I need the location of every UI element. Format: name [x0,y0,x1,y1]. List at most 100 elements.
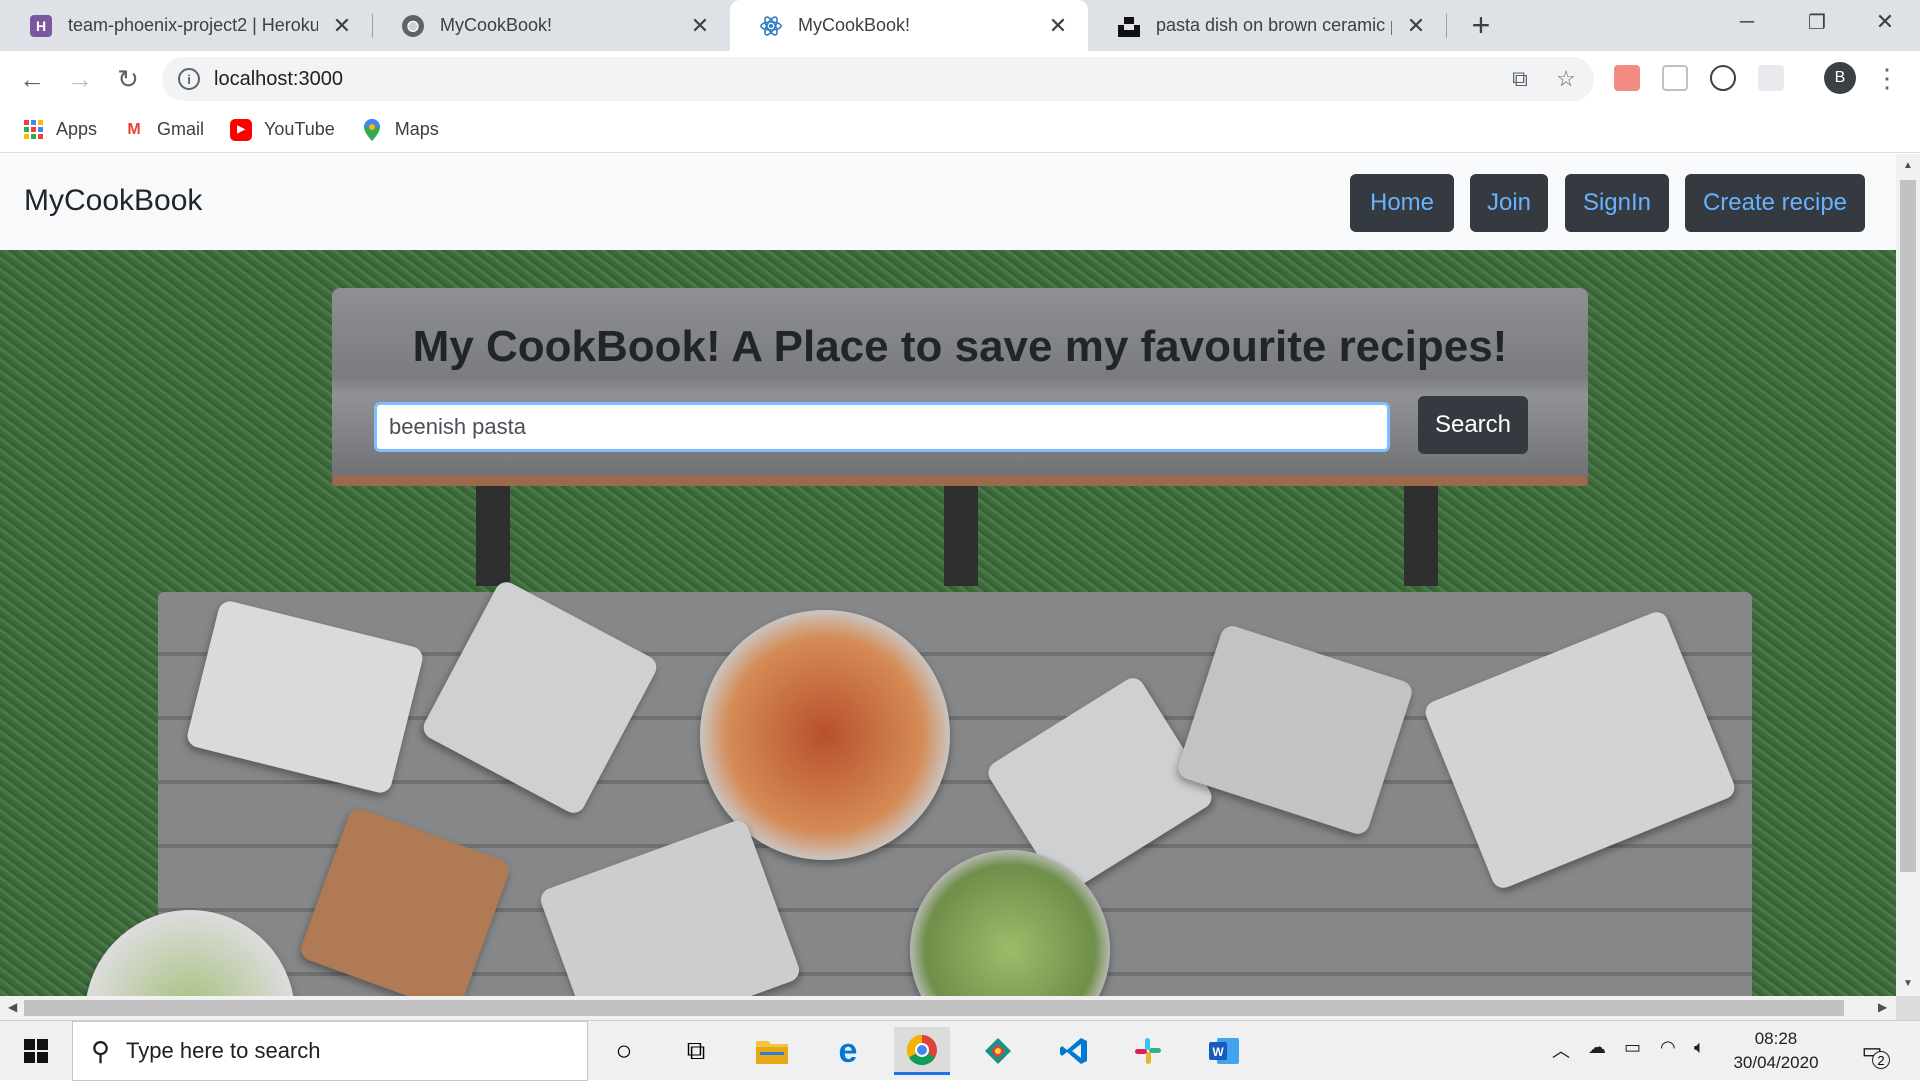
notification-count: 2 [1872,1051,1890,1069]
bench-leg [944,486,978,586]
vscode-icon[interactable] [1046,1027,1102,1075]
gmail-icon: M [127,120,141,138]
chrome-icon[interactable] [894,1027,950,1075]
bookmark-youtube[interactable]: ▶ YouTube [230,118,335,141]
onedrive-error-icon[interactable]: ☁ [1588,1037,1606,1058]
hero-section: My CookBook! A Place to save my favourit… [0,250,1896,996]
start-button[interactable] [0,1021,72,1081]
nav-create-recipe-button[interactable]: Create recipe [1685,174,1865,232]
close-tab-icon[interactable]: ✕ [1404,13,1428,38]
nav-signin-button[interactable]: SignIn [1565,174,1669,232]
nav-join-button[interactable]: Join [1470,174,1548,232]
tab-unsplash[interactable]: pasta dish on brown ceramic plat ✕ [1088,0,1446,51]
menu-kebab-icon[interactable]: ⋮ [1870,60,1904,96]
scroll-down-icon[interactable]: ▼ [1902,978,1914,989]
tab-heroku[interactable]: H team-phoenix-project2 | Heroku ✕ [0,0,372,51]
svg-text:W: W [1212,1045,1224,1059]
scrollbar-corner [1896,996,1920,1020]
tab-mycookbook-active[interactable]: MyCookBook! ✕ [730,0,1088,51]
react-icon [760,15,782,37]
bench-leg [476,486,510,586]
taskbar-search-box[interactable]: ⚲ Type here to search [72,1021,588,1081]
horizontal-scroll-thumb[interactable] [24,1000,1844,1016]
system-clock[interactable]: 08:28 30/04/2020 [1730,1027,1822,1075]
bookmark-apps[interactable]: Apps [22,119,97,141]
info-icon[interactable]: i [178,68,200,90]
bookmark-label: Apps [56,119,98,139]
scroll-left-icon[interactable]: ◀ [8,1000,17,1014]
tab-title: team-phoenix-project2 | Heroku [68,15,318,35]
close-tab-icon[interactable]: ✕ [1046,13,1070,38]
reload-icon[interactable]: ↻ [110,61,146,97]
bench-edge [332,476,1588,486]
bookmark-label: Maps [394,119,439,139]
site-navbar: MyCookBook Home Join SignIn Create recip… [0,154,1896,250]
recipe-search-input[interactable] [374,402,1390,452]
bookmark-gmail[interactable]: M Gmail [123,119,204,141]
restore-icon[interactable]: ❐ [1786,0,1848,44]
bookmark-label: YouTube [264,119,335,139]
tab-title: MyCookBook! [798,15,911,35]
git-kraken-icon[interactable] [970,1027,1026,1075]
bench-leg [1404,486,1438,586]
address-bar[interactable]: i localhost:3000 [162,57,1594,101]
battery-icon[interactable]: ▭ [1624,1037,1641,1058]
unsplash-icon [1118,15,1140,37]
vertical-scrollbar[interactable]: ▲ ▼ [1896,154,1920,996]
extension-icon[interactable] [1662,65,1688,91]
bookmark-label: Gmail [157,119,205,139]
youtube-icon: ▶ [230,118,253,141]
hero-title: My CookBook! A Place to save my favourit… [412,322,1508,371]
show-hidden-icons-icon[interactable]: ︿ [1552,1037,1570,1063]
profile-avatar[interactable]: B [1824,62,1856,94]
forward-icon[interactable]: → [62,61,98,97]
clock-time: 08:28 [1754,1029,1798,1048]
url-text: localhost:3000 [214,67,343,90]
extension-icon[interactable] [1614,65,1640,91]
close-tab-icon[interactable]: ✕ [330,13,354,38]
cortana-icon[interactable]: ○ [596,1027,652,1075]
page-viewport: MyCookBook Home Join SignIn Create recip… [0,154,1896,996]
close-window-icon[interactable]: ✕ [1854,0,1916,44]
horizontal-scrollbar[interactable]: ◀ ▶ [0,996,1896,1020]
clock-date: 30/04/2020 [1733,1053,1819,1072]
extension-icon[interactable] [1710,65,1736,91]
task-view-icon[interactable]: ⧉ [668,1027,724,1075]
edge-icon[interactable]: e [820,1027,876,1075]
minimize-icon[interactable]: ─ [1716,0,1778,44]
close-tab-icon[interactable]: ✕ [688,13,712,38]
apps-grid-icon [22,119,44,141]
bookmark-star-icon[interactable]: ☆ [1548,61,1584,97]
windows-logo-icon [24,1039,48,1063]
extension-icon[interactable] [1758,65,1784,91]
slack-icon[interactable] [1120,1027,1176,1075]
bookmark-maps[interactable]: Maps [361,118,439,141]
maps-pin-icon [361,118,383,141]
scroll-right-icon[interactable]: ▶ [1878,1000,1887,1014]
bookmarks-bar: Apps M Gmail ▶ YouTube Maps [0,107,1920,153]
site-brand[interactable]: MyCookBook [24,184,202,218]
action-center-icon[interactable]: ▭ 2 [1852,1031,1892,1071]
file-explorer-icon[interactable] [744,1027,800,1075]
bench-top [332,288,1588,483]
vertical-scroll-thumb[interactable] [1900,180,1916,872]
tab-mycookbook-1[interactable]: ◍ MyCookBook! ✕ [372,0,730,51]
new-tab-button[interactable]: + [1464,7,1498,43]
windows-taskbar: ⚲ Type here to search ○ ⧉ e W ︿ ☁ ▭ ◠ 🔈︎… [0,1020,1920,1081]
back-icon[interactable]: ← [14,61,50,97]
open-in-new-icon[interactable]: ⧉ [1502,61,1538,97]
word-icon[interactable]: W [1196,1027,1252,1075]
globe-icon: ◍ [402,14,424,37]
search-button[interactable]: Search [1418,396,1528,454]
nav-home-button[interactable]: Home [1350,174,1454,232]
scroll-up-icon[interactable]: ▲ [1902,160,1914,171]
tab-separator [1446,14,1447,38]
browser-toolbar: ← → ↻ i localhost:3000 ⧉ ☆ [0,51,1920,107]
tab-title: pasta dish on brown ceramic plat [1156,15,1392,35]
heroku-icon: H [30,14,52,37]
search-icon: ⚲ [91,1035,111,1066]
wifi-icon[interactable]: ◠ [1660,1037,1676,1058]
tab-title: MyCookBook! [440,15,553,35]
taskbar-search-placeholder: Type here to search [126,1038,321,1063]
volume-icon[interactable]: 🔈︎ [1694,1037,1705,1058]
